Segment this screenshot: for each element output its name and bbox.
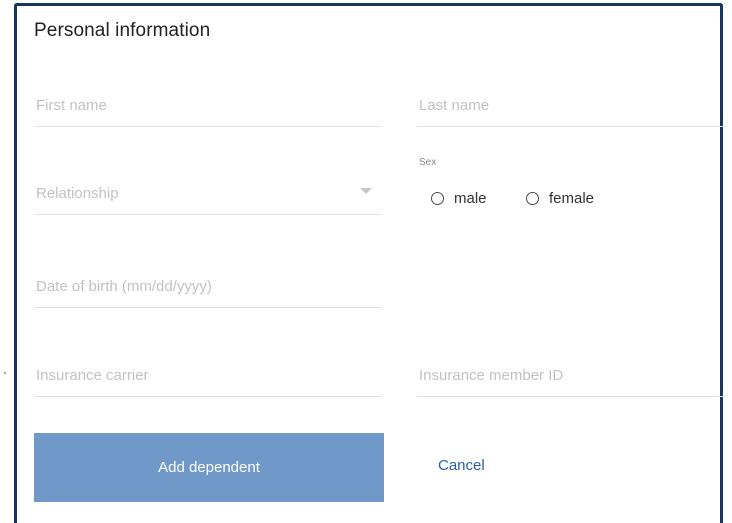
dob-field[interactable]: Date of birth (mm/dd/yyyy): [34, 270, 382, 308]
sex-option-label: female: [549, 190, 595, 207]
add-dependent-button[interactable]: Add dependent: [34, 433, 384, 502]
insurance-carrier-field[interactable]: Insurance carrier: [34, 359, 382, 397]
relationship-placeholder: Relationship: [36, 185, 119, 202]
radio-empty-icon[interactable]: [526, 192, 539, 205]
sex-option-female[interactable]: female: [526, 190, 594, 207]
cancel-button[interactable]: Cancel: [438, 457, 485, 474]
last-name-input[interactable]: [417, 89, 723, 126]
insurance-member-id-field[interactable]: Insurance member ID: [417, 359, 723, 397]
page-title: Personal information: [34, 20, 211, 41]
first-name-input[interactable]: [34, 89, 382, 126]
sex-label: Sex: [419, 157, 437, 168]
dob-input[interactable]: [34, 270, 382, 307]
first-name-field[interactable]: First name: [34, 89, 382, 127]
sex-option-label: male: [454, 190, 487, 207]
relationship-select[interactable]: Relationship: [34, 177, 382, 215]
last-name-field[interactable]: Last name: [417, 89, 723, 127]
sex-option-male[interactable]: male: [431, 190, 487, 207]
edge-marker: [4, 372, 6, 374]
insurance-member-id-input[interactable]: [417, 359, 723, 396]
chevron-down-icon[interactable]: [360, 188, 372, 194]
insurance-carrier-input[interactable]: [34, 359, 382, 396]
radio-empty-icon[interactable]: [431, 192, 444, 205]
